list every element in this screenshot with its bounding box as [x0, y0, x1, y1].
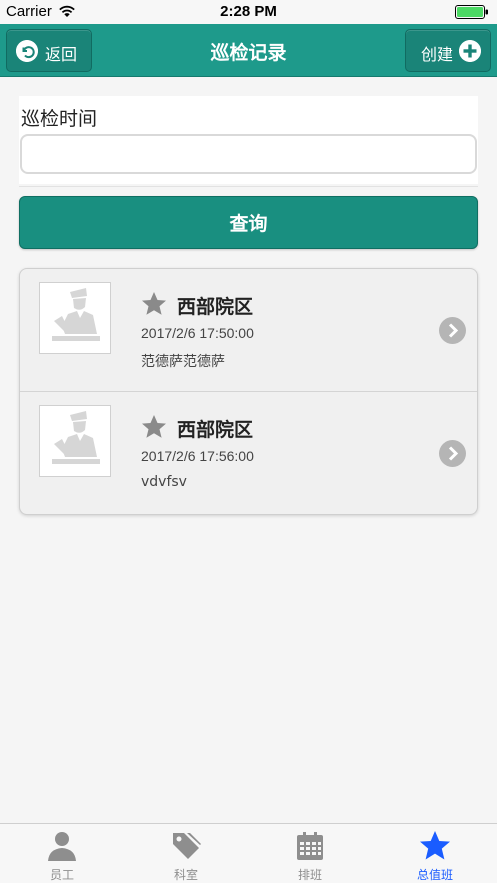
record-time: 2017/2/6 17:50:00 [141, 325, 254, 341]
guard-icon [52, 288, 100, 341]
create-label: 创建 [421, 45, 454, 64]
guard-icon [52, 411, 100, 464]
star-icon [142, 415, 166, 438]
tab-label: 排班 [297, 868, 322, 882]
status-time: 2:28 PM [220, 3, 277, 20]
status-bar: Carrier 2:28 PM [0, 0, 497, 24]
star-icon [142, 292, 166, 315]
nav-bar: 返回 巡检记录 创建 [0, 24, 497, 77]
screen: Carrier 2:28 PM 返回 巡检记录 创建 巡检时间 查询 西部院区 … [0, 0, 497, 883]
tab-duty[interactable]: 总值班 [373, 824, 497, 883]
tab-label: 总值班 [416, 868, 453, 882]
guard-thumbnail [39, 405, 111, 477]
tab-bar: 员工 科室 排班 总值班 [0, 823, 497, 883]
calendar-icon [297, 832, 323, 860]
time-input[interactable] [20, 134, 477, 174]
record-title: 西部院区 [177, 296, 254, 318]
guard-thumbnail [39, 282, 111, 354]
search-form: 巡检时间 [19, 96, 478, 184]
star-icon [420, 831, 450, 860]
list-item[interactable]: 西部院区 2017/2/6 17:56:00 vdvfsv [20, 392, 477, 514]
time-field-label: 巡检时间 [21, 108, 98, 130]
record-description: vdvfsv [141, 474, 187, 490]
record-title: 西部院区 [177, 419, 254, 441]
list-item[interactable]: 西部院区 2017/2/6 17:50:00 范德萨范德萨 [20, 269, 477, 392]
tab-label: 员工 [49, 868, 74, 882]
battery-icon [455, 5, 488, 19]
person-icon [48, 832, 76, 861]
record-description: 范德萨范德萨 [141, 354, 225, 370]
create-button[interactable]: 创建 [405, 29, 491, 72]
tag-icon [173, 833, 201, 859]
chevron-right-icon [439, 440, 466, 467]
tab-label: 科室 [173, 868, 198, 882]
tab-department[interactable]: 科室 [124, 824, 248, 883]
record-list: 西部院区 2017/2/6 17:50:00 范德萨范德萨 西部院区 2017/… [19, 268, 478, 515]
plus-icon [459, 40, 481, 62]
record-time: 2017/2/6 17:56:00 [141, 448, 254, 464]
form-divider [19, 186, 478, 187]
tab-schedule[interactable]: 排班 [248, 824, 372, 883]
chevron-right-icon [439, 317, 466, 344]
query-button[interactable]: 查询 [19, 196, 478, 249]
tab-staff[interactable]: 员工 [0, 824, 124, 883]
